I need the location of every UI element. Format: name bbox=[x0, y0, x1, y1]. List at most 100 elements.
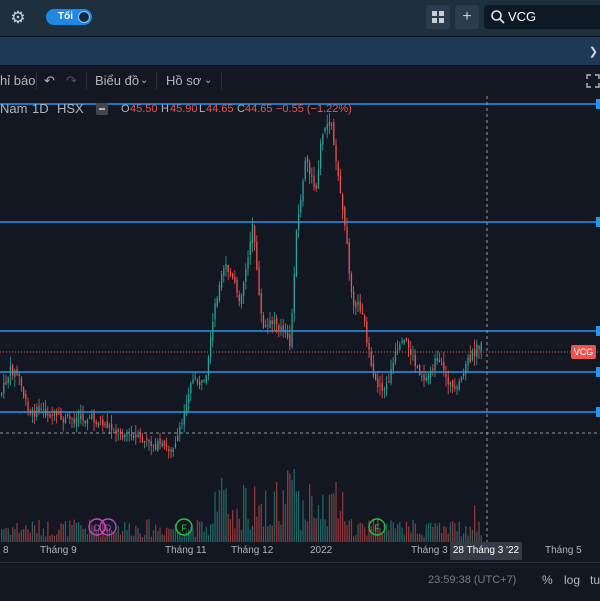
candle-body bbox=[410, 349, 412, 356]
volume-bar bbox=[337, 518, 339, 542]
line-handle bbox=[596, 99, 600, 109]
price-chart[interactable]: D D F F bbox=[0, 96, 600, 562]
volume-bar bbox=[27, 529, 29, 542]
volume-bar bbox=[163, 535, 166, 542]
candle-body bbox=[298, 213, 300, 231]
volume-bar bbox=[414, 523, 416, 542]
volume-bar bbox=[328, 494, 331, 542]
candle-body bbox=[260, 293, 262, 314]
volume-bar bbox=[223, 490, 225, 542]
volume-bar bbox=[203, 531, 205, 542]
interval-label[interactable]: 1D bbox=[32, 101, 49, 116]
candle-body bbox=[229, 271, 232, 276]
chevron-down-icon[interactable]: ⌄ bbox=[204, 75, 212, 86]
volume-bar bbox=[56, 534, 58, 542]
x-axis-label: Tháng 9 bbox=[40, 545, 77, 556]
volume-bar bbox=[185, 531, 188, 542]
candle-body bbox=[460, 376, 463, 381]
candle-body bbox=[401, 340, 403, 344]
chart-type-button[interactable]: Biểu đồ bbox=[95, 73, 139, 88]
candle-body bbox=[456, 387, 458, 390]
candle-body bbox=[381, 382, 383, 391]
volume-bar bbox=[331, 493, 333, 542]
volume-bar bbox=[324, 519, 326, 542]
redo-icon[interactable]: ↷ bbox=[66, 73, 77, 89]
volume-bar bbox=[256, 516, 258, 542]
volume-bar bbox=[199, 521, 201, 542]
candle-body bbox=[139, 433, 141, 438]
candle-body bbox=[322, 134, 324, 145]
candle-body bbox=[304, 160, 306, 180]
volume-bar bbox=[194, 536, 196, 542]
candle-body bbox=[14, 370, 16, 377]
candle-body bbox=[60, 411, 62, 420]
volume-bar bbox=[139, 533, 141, 542]
candle-body bbox=[80, 414, 82, 419]
chevron-right-icon[interactable]: ❯ bbox=[589, 45, 598, 58]
candle-body bbox=[199, 381, 201, 386]
candle-body bbox=[357, 302, 359, 305]
volume-bar bbox=[168, 528, 170, 542]
hide-legend-icon[interactable] bbox=[96, 103, 108, 115]
crosshair-date-label: 28 Tháng 3 '22 bbox=[450, 542, 522, 560]
candle-body bbox=[179, 426, 181, 435]
candle-body bbox=[7, 377, 9, 383]
fullscreen-icon[interactable] bbox=[586, 74, 600, 88]
volume-bar bbox=[471, 529, 474, 542]
volume-bar bbox=[405, 521, 408, 542]
volume-bar bbox=[443, 525, 445, 542]
candle-body bbox=[306, 157, 309, 163]
candle-body bbox=[82, 413, 84, 422]
candle-body bbox=[478, 346, 480, 350]
volume-bar bbox=[436, 525, 438, 542]
candle-body bbox=[137, 434, 139, 437]
volume-bar bbox=[152, 530, 155, 542]
search-value: VCG bbox=[508, 9, 537, 24]
percent-toggle[interactable]: % bbox=[542, 573, 553, 587]
auto-toggle[interactable]: tu bbox=[590, 573, 600, 587]
candle-body bbox=[449, 382, 452, 386]
bottom-bar: 23:59:38 (UTC+7) % log tu bbox=[0, 562, 600, 601]
add-symbol-button[interactable]: + bbox=[455, 5, 479, 29]
earnings-marker-label: F bbox=[181, 523, 187, 533]
volume-bar bbox=[353, 536, 355, 542]
layout-button[interactable] bbox=[426, 5, 450, 29]
candle-body bbox=[47, 413, 49, 416]
candle-body bbox=[205, 375, 207, 383]
theme-toggle[interactable]: Tối bbox=[46, 9, 92, 25]
chevron-down-icon[interactable]: ⌄ bbox=[140, 75, 148, 86]
candle-body bbox=[78, 419, 80, 421]
candle-body bbox=[9, 366, 12, 376]
undo-icon[interactable]: ↶ bbox=[44, 73, 55, 89]
candle-body bbox=[423, 374, 425, 381]
volume-bar bbox=[240, 530, 243, 542]
volume-bar bbox=[172, 529, 174, 542]
volume-bar bbox=[214, 491, 216, 542]
candle-body bbox=[273, 320, 276, 325]
volume-bar bbox=[320, 519, 322, 542]
symbol-search-input[interactable]: VCG bbox=[484, 5, 600, 29]
volume-bar bbox=[434, 523, 436, 542]
chart-background bbox=[0, 96, 600, 562]
volume-bar bbox=[300, 529, 302, 542]
candle-body bbox=[207, 357, 210, 376]
volume-bar bbox=[29, 532, 31, 542]
candle-body bbox=[271, 320, 273, 325]
log-toggle[interactable]: log bbox=[564, 573, 580, 587]
volume-bar bbox=[421, 534, 423, 542]
profile-button[interactable]: Hồ sơ bbox=[166, 73, 201, 88]
volume-bar bbox=[344, 521, 346, 542]
gear-icon[interactable]: ⚙ bbox=[8, 8, 28, 28]
volume-bar bbox=[280, 524, 282, 542]
volume-bar bbox=[236, 508, 238, 542]
volume-bar bbox=[238, 519, 240, 542]
volume-bar bbox=[251, 525, 254, 542]
candle-body bbox=[245, 269, 247, 282]
candle-body bbox=[152, 444, 155, 446]
indicators-button[interactable]: hỉ báo bbox=[0, 73, 35, 88]
candle-body bbox=[108, 425, 111, 427]
volume-bar bbox=[157, 531, 159, 542]
volume-bar bbox=[447, 533, 449, 542]
high-value: 45.90 bbox=[170, 103, 198, 115]
clock: 23:59:38 (UTC+7) bbox=[428, 574, 517, 586]
